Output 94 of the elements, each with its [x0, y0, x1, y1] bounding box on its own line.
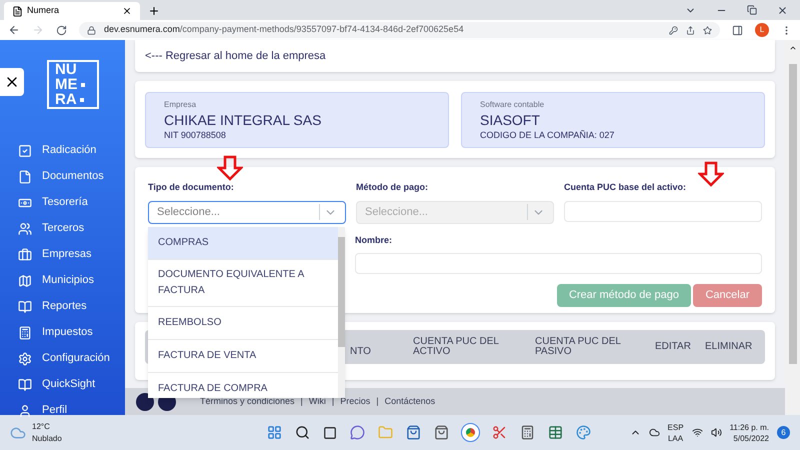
- key-icon[interactable]: [669, 26, 678, 34]
- close-icon[interactable]: [122, 6, 132, 16]
- shopping-icon[interactable]: [434, 425, 449, 440]
- scissors-icon[interactable]: [492, 425, 507, 440]
- language-text[interactable]: ESP: [668, 422, 684, 432]
- clock-time[interactable]: 11:26 p. m.: [730, 422, 769, 432]
- spreadsheet-icon[interactable]: [548, 425, 563, 440]
- users-icon: [18, 222, 32, 236]
- sidebar-item[interactable]: Reportes: [18, 298, 125, 315]
- field-label: Método de pago:: [356, 181, 429, 194]
- wifi-icon[interactable]: [692, 427, 703, 438]
- map-icon: [18, 274, 32, 288]
- store-icon[interactable]: [406, 425, 421, 440]
- info-label: Empresa: [164, 98, 198, 110]
- info-title: SIASOFT: [480, 110, 541, 128]
- column-header: ELIMINAR: [705, 342, 754, 352]
- column-header: CUENTA PUC DEL PASIVO: [535, 337, 622, 357]
- dropdown-option[interactable]: DOCUMENTO EQUIVALENTE A FACTURA: [148, 260, 338, 307]
- share-icon[interactable]: [686, 26, 695, 34]
- search-icon[interactable]: [295, 425, 310, 440]
- lock-icon: [87, 26, 96, 34]
- weather-text: Nublado: [32, 432, 63, 444]
- language-text[interactable]: LAA: [668, 432, 684, 444]
- sidebar-item[interactable]: Radicación: [18, 142, 125, 159]
- sidebar-item[interactable]: Tesorería: [18, 194, 125, 211]
- column-header: EDITAR: [655, 342, 692, 352]
- address-bar[interactable]: dev.esnumera.com/company-payment-methods/93557097-bf74-4134-846d-2ef700625e54: [79, 22, 720, 38]
- sidebar-item[interactable]: Impuestos: [18, 324, 125, 341]
- sidebar-item[interactable]: Perfil: [18, 402, 125, 419]
- footer-link[interactable]: Contáctenos: [384, 394, 436, 408]
- select-field[interactable]: Seleccione...: [148, 200, 346, 224]
- info-detail: CODIGO DE LA COMPAÑIA: 027: [480, 128, 616, 142]
- browser-icon[interactable]: [462, 424, 479, 441]
- scrollbar[interactable]: [785, 40, 800, 415]
- book-icon: [18, 300, 32, 314]
- logo-text: ME: [55, 77, 78, 92]
- new-tab-icon[interactable]: [148, 5, 160, 17]
- user-icon: [18, 404, 32, 418]
- calculator-icon: [18, 326, 32, 340]
- sidebar-item[interactable]: QuickSight: [18, 376, 125, 393]
- logo-text: RA: [55, 92, 77, 107]
- input-field[interactable]: [564, 200, 762, 222]
- logo-text: NU: [55, 62, 77, 77]
- sidebar-item[interactable]: Configuración: [18, 350, 125, 367]
- restore-icon[interactable]: [747, 5, 757, 15]
- back-link[interactable]: <--- Regresar al home de la empresa: [145, 48, 326, 64]
- reload-icon[interactable]: [56, 24, 67, 36]
- field-label: Nombre:: [355, 234, 394, 246]
- dropdown-option[interactable]: REEMBOLSO: [148, 307, 338, 340]
- back-icon[interactable]: [8, 24, 20, 36]
- chat-icon[interactable]: [350, 425, 365, 440]
- weather-temp: 12°C: [32, 420, 51, 432]
- scrollbar[interactable]: [338, 227, 345, 398]
- briefcase-icon: [18, 248, 32, 262]
- star-icon[interactable]: [703, 26, 712, 34]
- down-arrow-icon: [698, 161, 724, 187]
- side-panel-icon[interactable]: [732, 24, 743, 36]
- info-detail: NIT 900788508: [164, 128, 227, 142]
- down-arrow-icon: [217, 155, 243, 181]
- close-button[interactable]: [0, 68, 24, 96]
- separator: |: [376, 394, 379, 408]
- info-title: CHIKAE INTEGRAL SAS: [164, 110, 322, 128]
- column-header: CUENTA PUC DEL ACTIVO: [413, 337, 500, 357]
- sidebar-item[interactable]: Empresas: [18, 246, 125, 263]
- palette-icon[interactable]: [576, 425, 591, 440]
- profile-avatar[interactable]: L: [755, 23, 769, 37]
- clock-date[interactable]: 5/05/2022: [733, 432, 769, 444]
- dropdown-option[interactable]: FACTURA DE VENTA: [148, 340, 338, 373]
- sidebar-item[interactable]: Municipios: [18, 272, 125, 289]
- task-view-icon[interactable]: [323, 426, 337, 440]
- cloud-icon: [10, 424, 26, 440]
- field-label: Cuenta PUC base del activo:: [564, 181, 688, 194]
- cloud-icon[interactable]: [648, 427, 660, 438]
- volume-icon[interactable]: [710, 427, 722, 438]
- footer-link[interactable]: Precios: [340, 394, 370, 408]
- start-icon[interactable]: [267, 425, 282, 440]
- checkbox-icon: [18, 144, 32, 158]
- browser-tab[interactable]: Numera: [4, 2, 140, 20]
- close-icon[interactable]: [777, 5, 788, 16]
- dropdown-option[interactable]: FACTURA DE COMPRA: [148, 373, 338, 398]
- scroll-up-icon[interactable]: [788, 44, 796, 52]
- document-icon: [18, 170, 32, 184]
- sidebar-item[interactable]: Documentos: [18, 168, 125, 185]
- input-field[interactable]: [355, 253, 762, 274]
- field-label: Tipo de documento:: [148, 181, 235, 194]
- settings-icon: [18, 352, 32, 366]
- dropdown-option[interactable]: COMPRAS: [148, 227, 338, 260]
- notification-badge[interactable]: 6: [777, 426, 790, 439]
- calculator-icon[interactable]: [520, 425, 535, 440]
- book-icon: [18, 378, 32, 392]
- info-label: Software contable: [480, 98, 546, 110]
- page-icon: [12, 6, 23, 16]
- sidebar-item[interactable]: Terceros: [18, 220, 125, 237]
- column-header: NTO: [350, 345, 372, 357]
